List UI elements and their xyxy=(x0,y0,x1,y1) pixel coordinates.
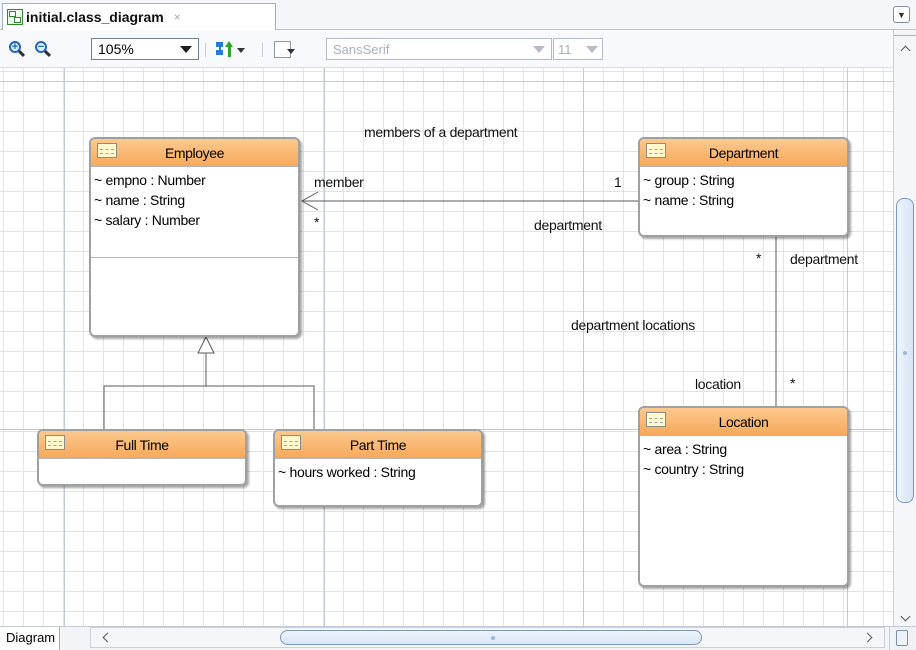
class-employee[interactable]: Employee ~ empno : Number ~ name : Strin… xyxy=(89,137,300,337)
class-part-time[interactable]: Part Time ~ hours worked : String xyxy=(273,429,483,507)
department-locations-label[interactable]: department locations xyxy=(571,317,695,333)
editor-tab-bar: initial.class_diagram × ▼ xyxy=(0,0,916,30)
class-name: Department xyxy=(708,145,779,161)
zoom-in-icon: + xyxy=(9,41,26,58)
class-department[interactable]: Department ~ group : String ~ name : Str… xyxy=(638,137,849,237)
tab-diagram[interactable]: Diagram xyxy=(0,627,61,650)
zoom-out-button[interactable]: − xyxy=(32,38,54,60)
layout-icon xyxy=(216,41,233,57)
location-role-label[interactable]: location xyxy=(695,376,741,392)
layout-button[interactable] xyxy=(213,38,235,60)
layout-dropdown-icon[interactable] xyxy=(237,48,245,53)
attribute[interactable]: ~ salary : Number xyxy=(94,210,298,230)
attribute[interactable]: ~ name : String xyxy=(94,190,298,210)
scroll-corner xyxy=(889,627,915,650)
generalization-line-parttime xyxy=(206,385,315,429)
member-role-label[interactable]: member xyxy=(314,174,364,190)
diagram-toolbar: + − 105% SansSerif 11 xyxy=(0,30,893,68)
diagram-canvas[interactable]: members of a department member * 1 depar… xyxy=(0,68,893,626)
chevron-down-icon xyxy=(586,46,598,53)
scroll-right-icon[interactable] xyxy=(864,632,874,644)
class-location[interactable]: Location ~ area : String ~ country : Str… xyxy=(638,406,849,587)
class-header: Location xyxy=(640,408,847,436)
attribute[interactable]: ~ group : String xyxy=(643,170,847,190)
attribute-list: ~ hours worked : String xyxy=(275,459,481,482)
generalization-line-fulltime xyxy=(103,353,207,429)
vertical-scrollbar[interactable] xyxy=(893,30,916,626)
attribute-list: ~ empno : Number ~ name : String ~ salar… xyxy=(91,167,298,230)
class-name: Part Time xyxy=(349,437,407,453)
vertical-scroll-thumb[interactable] xyxy=(896,198,914,503)
chevron-down-icon xyxy=(180,46,192,53)
member-multiplicity-label[interactable]: * xyxy=(314,214,319,230)
scroll-up-icon[interactable] xyxy=(900,44,910,54)
department-star-label[interactable]: * xyxy=(756,250,761,266)
tab-title: initial.class_diagram xyxy=(26,9,164,25)
attribute[interactable]: ~ hours worked : String xyxy=(278,462,481,482)
class-full-time[interactable]: Full Time xyxy=(37,429,247,486)
zoom-in-button[interactable]: + xyxy=(6,38,28,60)
class-header: Full Time xyxy=(39,431,245,459)
attribute[interactable]: ~ name : String xyxy=(643,190,847,210)
tab-class-diagram[interactable]: initial.class_diagram × xyxy=(2,3,276,30)
class-header: Employee xyxy=(91,139,298,167)
operations-separator xyxy=(91,257,298,258)
toolbar-separator xyxy=(205,43,206,57)
attribute-list: ~ group : String ~ name : String xyxy=(640,167,847,210)
class-header: Part Time xyxy=(275,431,481,459)
chevron-down-icon xyxy=(533,46,545,53)
zoom-out-icon: − xyxy=(35,41,52,58)
font-family-value: SansSerif xyxy=(333,41,390,57)
attribute[interactable]: ~ empno : Number xyxy=(94,170,298,190)
generalization-arrowhead xyxy=(197,335,215,354)
scroll-down-icon[interactable] xyxy=(900,613,910,623)
font-family-select[interactable]: SansSerif xyxy=(326,38,552,60)
font-size-value: 11 xyxy=(558,41,572,57)
attribute[interactable]: ~ area : String xyxy=(643,439,847,459)
font-size-select[interactable]: 11 xyxy=(553,38,603,60)
association-name-label[interactable]: members of a department xyxy=(364,124,518,140)
attribute[interactable]: ~ country : String xyxy=(643,459,847,479)
scroll-left-icon[interactable] xyxy=(101,632,111,644)
department-role-label[interactable]: department xyxy=(534,217,602,233)
zoom-value: 105% xyxy=(98,41,134,57)
class-header: Department xyxy=(640,139,847,167)
department-role-right-label[interactable]: department xyxy=(790,251,858,267)
department-multiplicity-label[interactable]: 1 xyxy=(614,174,622,190)
bottom-bar: Diagram xyxy=(0,626,916,650)
scrollbar-divider xyxy=(894,35,916,36)
toolbar-separator xyxy=(262,43,263,57)
horizontal-scrollbar[interactable] xyxy=(90,627,885,648)
attribute-list: ~ area : String ~ country : String xyxy=(640,436,847,479)
note-dropdown-icon[interactable] xyxy=(287,49,295,54)
class-diagram-icon xyxy=(7,9,23,25)
class-name: Employee xyxy=(164,145,225,161)
class-name: Location xyxy=(718,414,769,430)
tab-close-icon[interactable]: × xyxy=(174,10,181,24)
horizontal-scroll-thumb[interactable] xyxy=(280,630,702,645)
location-multiplicity-label[interactable]: * xyxy=(790,375,795,391)
zoom-select[interactable]: 105% xyxy=(91,38,199,60)
tab-list-dropdown-icon[interactable]: ▼ xyxy=(893,6,910,23)
class-name: Full Time xyxy=(115,437,169,453)
